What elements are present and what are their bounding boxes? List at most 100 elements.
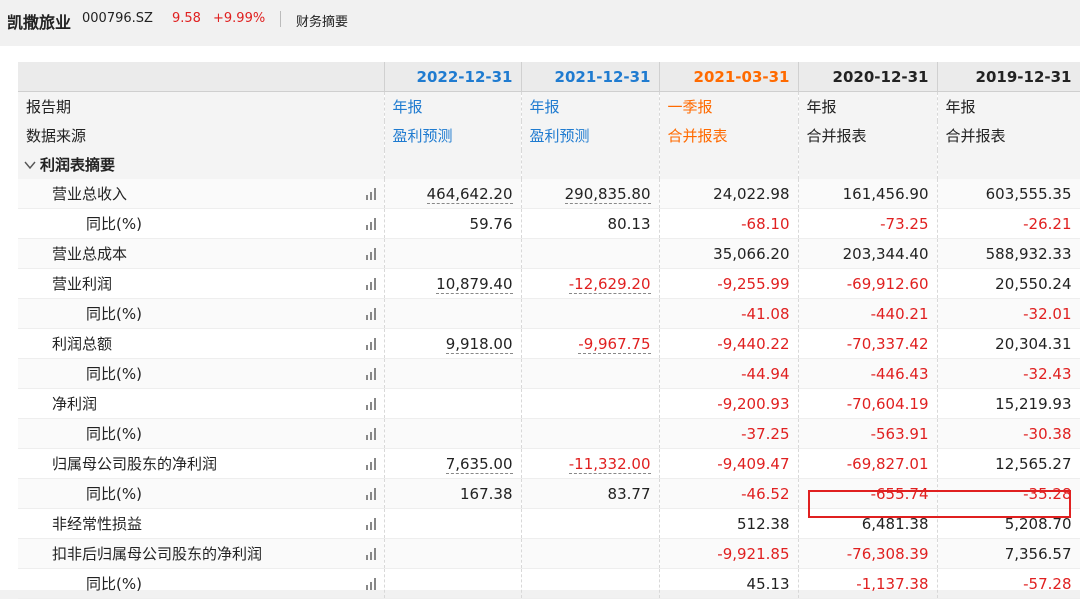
cell-value: 7,356.57 [1004, 544, 1072, 563]
row-label-cell: 非经常性损益 [18, 508, 385, 539]
column-date[interactable]: 2020-12-31 [798, 62, 938, 92]
table-row: 扣非后归属母公司股东的净利润 -9,921.85 -76,308.39 7,356.5… [18, 538, 1080, 569]
value-cell [521, 298, 660, 329]
cell-value[interactable]: 10,879.40 [436, 274, 513, 294]
stock-name[interactable]: 凯撒旅业 [7, 9, 71, 33]
cell-value: -68.10 [741, 214, 790, 233]
value-cell [384, 358, 522, 389]
cell-value: 6,481.38 [861, 514, 929, 533]
bar-chart-icon[interactable] [365, 278, 376, 290]
value-cell: -73.25 [798, 208, 938, 239]
bar-chart-icon[interactable] [365, 578, 376, 590]
bar-chart-icon[interactable] [365, 248, 376, 260]
value-cell: 10,879.40 [384, 268, 522, 299]
cell-value: -32.43 [1023, 364, 1072, 383]
row-label: 报告期 [18, 91, 385, 121]
table-row: 同比(%) -44.94 -446.43 -32.43 [18, 358, 1080, 389]
value-cell: -44.94 [659, 358, 799, 389]
value-cell: 20,304.31 [937, 328, 1080, 359]
cell-value: 12,565.27 [995, 454, 1072, 473]
bar-chart-icon[interactable] [365, 308, 376, 320]
data-source: 盈利预测 [521, 121, 660, 150]
table-row: 同比(%) 59.76 80.13 -68.10 -73.25 -26.21 [18, 208, 1080, 239]
row-label-cell: 同比(%) [18, 418, 385, 449]
table-row: 营业总收入 464,642.20 290,835.80 24,022.98 161,45… [18, 179, 1080, 209]
section-label[interactable]: 利润表摘要 [18, 150, 385, 179]
empty-cell [521, 150, 660, 179]
value-cell [521, 538, 660, 569]
value-cell: -68.10 [659, 208, 799, 239]
column-date[interactable]: 2021-12-31 [521, 62, 660, 92]
cell-value: 15,219.93 [995, 394, 1072, 413]
bar-chart-icon[interactable] [365, 188, 376, 200]
report-type: 年报 [384, 91, 522, 121]
report-type: 年报 [937, 91, 1080, 121]
value-cell: -35.28 [937, 478, 1080, 509]
row-label: 利润总额 [52, 335, 113, 353]
value-cell [384, 538, 522, 569]
value-cell: -57.28 [937, 568, 1080, 599]
value-cell: -9,409.47 [659, 448, 799, 479]
value-cell: 512.38 [659, 508, 799, 539]
value-cell: -9,255.99 [659, 268, 799, 299]
value-cell [384, 568, 522, 599]
value-cell: -11,332.00 [521, 448, 660, 479]
value-cell: 588,932.33 [937, 238, 1080, 269]
value-cell: -440.21 [798, 298, 938, 329]
cell-value: -73.25 [880, 214, 929, 233]
value-cell: 80.13 [521, 208, 660, 239]
cell-value: -35.28 [1023, 484, 1072, 503]
bar-chart-icon[interactable] [365, 338, 376, 350]
divider [280, 11, 281, 27]
cell-value: 83.77 [607, 484, 651, 503]
table-row: 同比(%) 167.38 83.77 -46.52 -655.74 -35.28 [18, 478, 1080, 509]
bar-chart-icon[interactable] [365, 218, 376, 230]
section-row[interactable]: 利润表摘要 [18, 150, 1080, 179]
report-type: 年报 [798, 91, 938, 121]
cell-value[interactable]: 9,918.00 [445, 334, 513, 354]
bar-chart-icon[interactable] [365, 488, 376, 500]
value-cell: 45.13 [659, 568, 799, 599]
value-cell: -26.21 [937, 208, 1080, 239]
cell-value[interactable]: 464,642.20 [426, 184, 513, 204]
value-cell [521, 388, 660, 419]
value-cell [384, 508, 522, 539]
cell-value[interactable]: -9,967.75 [578, 334, 651, 354]
page-title: 财务摘要 [296, 15, 349, 30]
cell-value: -41.08 [741, 304, 790, 323]
value-cell [384, 388, 522, 419]
value-cell: -9,921.85 [659, 538, 799, 569]
value-cell: -32.43 [937, 358, 1080, 389]
value-cell: -9,440.22 [659, 328, 799, 359]
cell-value: -9,440.22 [717, 334, 790, 353]
cell-value[interactable]: -12,629.20 [568, 274, 651, 294]
bar-chart-icon[interactable] [365, 548, 376, 560]
bar-chart-icon[interactable] [365, 518, 376, 530]
bar-chart-icon[interactable] [365, 428, 376, 440]
row-label-cell: 同比(%) [18, 298, 385, 329]
cell-value: -69,912.60 [846, 274, 929, 293]
value-cell [521, 358, 660, 389]
cell-value: 35,066.20 [713, 244, 790, 263]
value-cell: 20,550.24 [937, 268, 1080, 299]
value-cell: -1,137.38 [798, 568, 938, 599]
value-cell: 603,555.35 [937, 179, 1080, 209]
cell-value[interactable]: 7,635.00 [445, 454, 513, 474]
chevron-down-icon[interactable] [24, 156, 36, 174]
column-date[interactable]: 2022-12-31 [384, 62, 522, 92]
bar-chart-icon[interactable] [365, 368, 376, 380]
cell-value[interactable]: 290,835.80 [564, 184, 651, 204]
cell-value: 167.38 [460, 484, 513, 503]
value-cell: -563.91 [798, 418, 938, 449]
cell-value: -30.38 [1023, 424, 1072, 443]
cell-value[interactable]: -11,332.00 [568, 454, 651, 474]
bar-chart-icon[interactable] [365, 458, 376, 470]
table-row: 净利润 -9,200.93 -70,604.19 15,219.93 [18, 388, 1080, 419]
row-label-cell: 归属母公司股东的净利润 [18, 448, 385, 479]
column-date[interactable]: 2021-03-31 [659, 62, 799, 92]
bar-chart-icon[interactable] [365, 398, 376, 410]
row-label: 数据来源 [18, 121, 385, 150]
report-type: 一季报 [659, 91, 799, 121]
column-date[interactable]: 2019-12-31 [937, 62, 1080, 92]
value-cell: -12,629.20 [521, 268, 660, 299]
